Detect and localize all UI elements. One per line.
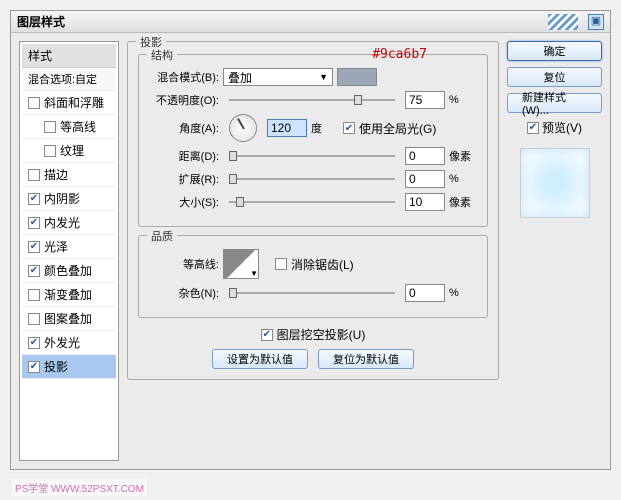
opacity-label: 不透明度(O): bbox=[149, 92, 219, 108]
noise-input[interactable]: 0 bbox=[405, 284, 445, 302]
set-default-button[interactable]: 设置为默认值 bbox=[212, 349, 308, 369]
chevron-down-icon: ▼ bbox=[319, 72, 328, 82]
size-label: 大小(S): bbox=[149, 194, 219, 210]
blend-mode-label: 混合模式(B): bbox=[149, 69, 219, 85]
angle-input[interactable]: 120 bbox=[267, 119, 307, 137]
preview-checkbox[interactable] bbox=[527, 122, 539, 134]
distance-slider[interactable] bbox=[229, 155, 395, 157]
preview-label: 预览(V) bbox=[542, 119, 582, 136]
sidebar-item-5[interactable]: 内发光 bbox=[22, 211, 116, 235]
sidebar-checkbox[interactable] bbox=[28, 241, 40, 253]
sidebar-item-label: 纹理 bbox=[60, 142, 84, 159]
shadow-color-swatch[interactable] bbox=[337, 68, 377, 86]
angle-label: 角度(A): bbox=[149, 120, 219, 136]
distance-unit: 像素 bbox=[449, 148, 477, 164]
size-unit: 像素 bbox=[449, 194, 477, 210]
antialias-checkbox[interactable] bbox=[275, 258, 287, 270]
sidebar-item-10[interactable]: 外发光 bbox=[22, 331, 116, 355]
blend-mode-value: 叠加 bbox=[228, 69, 252, 86]
blend-mode-select[interactable]: 叠加 ▼ bbox=[223, 68, 333, 86]
chevron-down-icon: ▼ bbox=[250, 269, 258, 278]
sidebar-checkbox[interactable] bbox=[44, 121, 56, 133]
cancel-button[interactable]: 复位 bbox=[507, 67, 602, 87]
reset-default-button[interactable]: 复位为默认值 bbox=[318, 349, 414, 369]
sidebar-checkbox[interactable] bbox=[28, 97, 40, 109]
sidebar-item-0[interactable]: 斜面和浮雕 bbox=[22, 91, 116, 115]
spread-slider[interactable] bbox=[229, 178, 395, 180]
opacity-unit: % bbox=[449, 94, 477, 106]
sidebar-header: 样式 bbox=[22, 44, 116, 68]
sidebar-item-2[interactable]: 纹理 bbox=[22, 139, 116, 163]
sidebar-item-label: 光泽 bbox=[44, 238, 68, 255]
noise-unit: % bbox=[449, 287, 477, 299]
sidebar-checkbox[interactable] bbox=[28, 265, 40, 277]
noise-label: 杂色(N): bbox=[149, 285, 219, 301]
sidebar-item-6[interactable]: 光泽 bbox=[22, 235, 116, 259]
ok-button[interactable]: 确定 bbox=[507, 41, 602, 61]
opacity-slider[interactable] bbox=[229, 99, 395, 101]
sidebar-item-1[interactable]: 等高线 bbox=[22, 115, 116, 139]
sidebar-checkbox[interactable] bbox=[28, 193, 40, 205]
title-decoration bbox=[548, 14, 578, 30]
angle-dial[interactable] bbox=[229, 114, 257, 142]
contour-picker[interactable]: ▼ bbox=[223, 249, 259, 279]
sidebar-checkbox[interactable] bbox=[28, 337, 40, 349]
new-style-button[interactable]: 新建样式(W)... bbox=[507, 93, 602, 113]
sidebar-checkbox[interactable] bbox=[44, 145, 56, 157]
sidebar-item-label: 内发光 bbox=[44, 214, 80, 231]
sidebar-item-label: 等高线 bbox=[60, 118, 96, 135]
sidebar-item-label: 颜色叠加 bbox=[44, 262, 92, 279]
group-quality: 品质 bbox=[147, 228, 177, 244]
sidebar-checkbox[interactable] bbox=[28, 217, 40, 229]
opacity-input[interactable]: 75 bbox=[405, 91, 445, 109]
panel-drop-shadow: 投影 结构 #9ca6b7 混合模式(B): 叠加 ▼ bbox=[127, 41, 499, 380]
sidebar-item-8[interactable]: 渐变叠加 bbox=[22, 283, 116, 307]
sidebar-item-label: 外发光 bbox=[44, 334, 80, 351]
size-input[interactable]: 10 bbox=[405, 193, 445, 211]
sidebar-item-3[interactable]: 描边 bbox=[22, 163, 116, 187]
distance-label: 距离(D): bbox=[149, 148, 219, 164]
preview-thumbnail bbox=[520, 148, 590, 218]
global-light-label: 使用全局光(G) bbox=[359, 120, 436, 137]
titlebar: 图层样式 ▣ bbox=[11, 11, 610, 33]
sidebar-checkbox[interactable] bbox=[28, 169, 40, 181]
sidebar-item-label: 描边 bbox=[44, 166, 68, 183]
knockout-checkbox[interactable] bbox=[261, 329, 273, 341]
group-structure: 结构 bbox=[147, 47, 177, 63]
antialias-label: 消除锯齿(L) bbox=[291, 256, 354, 273]
distance-input[interactable]: 0 bbox=[405, 147, 445, 165]
sidebar-item-7[interactable]: 颜色叠加 bbox=[22, 259, 116, 283]
spread-input[interactable]: 0 bbox=[405, 170, 445, 188]
color-hex-annotation: #9ca6b7 bbox=[372, 47, 427, 62]
window-title: 图层样式 bbox=[17, 13, 65, 30]
blend-options-label[interactable]: 混合选项:自定 bbox=[22, 68, 116, 91]
sidebar-item-4[interactable]: 内阴影 bbox=[22, 187, 116, 211]
global-light-checkbox[interactable] bbox=[343, 122, 355, 134]
knockout-label: 图层挖空投影(U) bbox=[277, 326, 366, 343]
sidebar-item-label: 投影 bbox=[44, 358, 68, 375]
sidebar-item-label: 图案叠加 bbox=[44, 310, 92, 327]
spread-label: 扩展(R): bbox=[149, 171, 219, 187]
sidebar-item-label: 渐变叠加 bbox=[44, 286, 92, 303]
contour-label: 等高线: bbox=[149, 256, 219, 272]
sidebar-item-11[interactable]: 投影 bbox=[22, 355, 116, 379]
styles-sidebar: 样式 混合选项:自定 斜面和浮雕等高线纹理描边内阴影内发光光泽颜色叠加渐变叠加图… bbox=[19, 41, 119, 461]
size-slider[interactable] bbox=[229, 201, 395, 203]
noise-slider[interactable] bbox=[229, 292, 395, 294]
angle-unit: 度 bbox=[311, 120, 339, 136]
sidebar-checkbox[interactable] bbox=[28, 289, 40, 301]
sidebar-item-9[interactable]: 图案叠加 bbox=[22, 307, 116, 331]
sidebar-checkbox[interactable] bbox=[28, 361, 40, 373]
watermark: PS学堂 WWW.52PSXT.COM bbox=[12, 479, 147, 496]
sidebar-item-label: 斜面和浮雕 bbox=[44, 94, 104, 111]
sidebar-item-label: 内阴影 bbox=[44, 190, 80, 207]
close-icon[interactable]: ▣ bbox=[588, 14, 604, 30]
spread-unit: % bbox=[449, 173, 477, 185]
sidebar-checkbox[interactable] bbox=[28, 313, 40, 325]
